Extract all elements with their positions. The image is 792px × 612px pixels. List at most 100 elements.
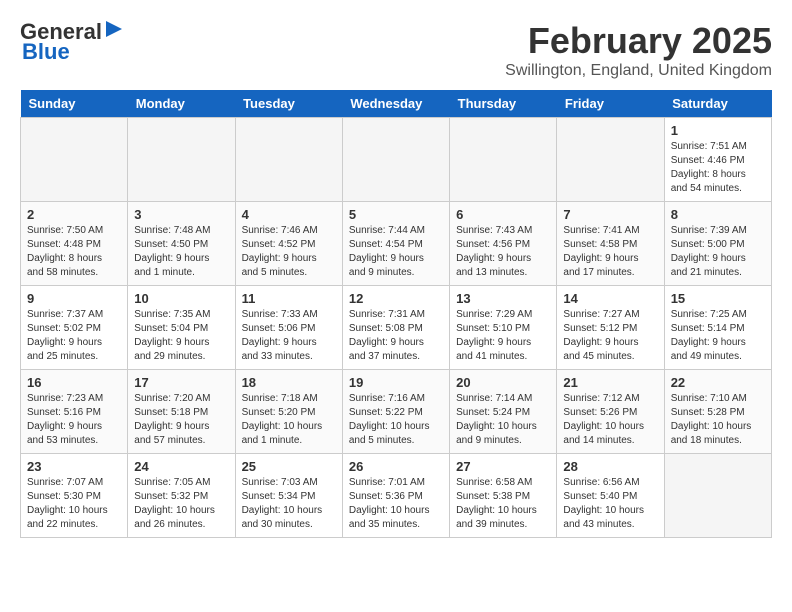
calendar-cell: 13 Sunrise: 7:29 AM Sunset: 5:10 PM Dayli… <box>450 286 557 370</box>
logo-arrow-icon <box>104 19 124 39</box>
page-header: General Blue February 2025 Swillington, … <box>20 20 772 80</box>
day-number: 23 <box>27 459 121 474</box>
week-row-1: 1 Sunrise: 7:51 AM Sunset: 4:46 PM Daylig… <box>21 118 772 202</box>
day-number: 20 <box>456 375 550 390</box>
day-info: Sunrise: 7:03 AM Sunset: 5:34 PM Dayligh… <box>242 476 336 532</box>
day-number: 6 <box>456 207 550 222</box>
calendar-cell <box>664 454 771 538</box>
calendar-cell: 8 Sunrise: 7:39 AM Sunset: 5:00 PM Daylig… <box>664 202 771 286</box>
day-info: Sunrise: 7:29 AM Sunset: 5:10 PM Dayligh… <box>456 308 550 364</box>
title-area: February 2025 Swillington, England, Unit… <box>505 20 772 80</box>
calendar-cell: 1 Sunrise: 7:51 AM Sunset: 4:46 PM Daylig… <box>664 118 771 202</box>
day-info: Sunrise: 7:46 AM Sunset: 4:52 PM Dayligh… <box>242 224 336 280</box>
calendar-cell: 6 Sunrise: 7:43 AM Sunset: 4:56 PM Daylig… <box>450 202 557 286</box>
weekday-header-thursday: Thursday <box>450 90 557 118</box>
day-info: Sunrise: 6:58 AM Sunset: 5:38 PM Dayligh… <box>456 476 550 532</box>
day-number: 21 <box>563 375 657 390</box>
day-number: 28 <box>563 459 657 474</box>
day-number: 3 <box>134 207 228 222</box>
calendar-cell: 28 Sunrise: 6:56 AM Sunset: 5:40 PM Dayli… <box>557 454 664 538</box>
calendar-cell <box>21 118 128 202</box>
calendar-cell: 9 Sunrise: 7:37 AM Sunset: 5:02 PM Daylig… <box>21 286 128 370</box>
day-info: Sunrise: 7:10 AM Sunset: 5:28 PM Dayligh… <box>671 392 765 448</box>
day-number: 18 <box>242 375 336 390</box>
calendar-cell <box>235 118 342 202</box>
day-number: 25 <box>242 459 336 474</box>
calendar-cell: 7 Sunrise: 7:41 AM Sunset: 4:58 PM Daylig… <box>557 202 664 286</box>
month-title: February 2025 <box>505 20 772 62</box>
calendar-cell: 2 Sunrise: 7:50 AM Sunset: 4:48 PM Daylig… <box>21 202 128 286</box>
day-number: 27 <box>456 459 550 474</box>
weekday-header-sunday: Sunday <box>21 90 128 118</box>
day-info: Sunrise: 7:43 AM Sunset: 4:56 PM Dayligh… <box>456 224 550 280</box>
day-number: 26 <box>349 459 443 474</box>
day-info: Sunrise: 7:05 AM Sunset: 5:32 PM Dayligh… <box>134 476 228 532</box>
calendar-cell: 24Sunrise: 7:05 AM Sunset: 5:32 PM Dayli… <box>128 454 235 538</box>
calendar-cell: 5Sunrise: 7:44 AM Sunset: 4:54 PM Daylig… <box>342 202 449 286</box>
week-row-5: 23 Sunrise: 7:07 AM Sunset: 5:30 PM Dayli… <box>21 454 772 538</box>
weekday-header-wednesday: Wednesday <box>342 90 449 118</box>
day-number: 7 <box>563 207 657 222</box>
day-number: 15 <box>671 291 765 306</box>
calendar-cell: 16 Sunrise: 7:23 AM Sunset: 5:16 PM Dayli… <box>21 370 128 454</box>
day-info: Sunrise: 7:35 AM Sunset: 5:04 PM Dayligh… <box>134 308 228 364</box>
day-info: Sunrise: 7:31 AM Sunset: 5:08 PM Dayligh… <box>349 308 443 364</box>
day-info: Sunrise: 7:41 AM Sunset: 4:58 PM Dayligh… <box>563 224 657 280</box>
day-number: 12 <box>349 291 443 306</box>
calendar-cell: 11 Sunrise: 7:33 AM Sunset: 5:06 PM Dayli… <box>235 286 342 370</box>
day-number: 14 <box>563 291 657 306</box>
calendar-cell: 15 Sunrise: 7:25 AM Sunset: 5:14 PM Dayli… <box>664 286 771 370</box>
weekday-header-row: SundayMondayTuesdayWednesdayThursdayFrid… <box>21 90 772 118</box>
weekday-header-saturday: Saturday <box>664 90 771 118</box>
calendar-cell: 26 Sunrise: 7:01 AM Sunset: 5:36 PM Dayli… <box>342 454 449 538</box>
day-info: Sunrise: 7:23 AM Sunset: 5:16 PM Dayligh… <box>27 392 121 448</box>
day-info: Sunrise: 7:01 AM Sunset: 5:36 PM Dayligh… <box>349 476 443 532</box>
day-info: Sunrise: 7:25 AM Sunset: 5:14 PM Dayligh… <box>671 308 765 364</box>
calendar-cell <box>450 118 557 202</box>
calendar-cell: 17Sunrise: 7:20 AM Sunset: 5:18 PM Dayli… <box>128 370 235 454</box>
calendar-cell: 4Sunrise: 7:46 AM Sunset: 4:52 PM Daylig… <box>235 202 342 286</box>
calendar-cell: 10 Sunrise: 7:35 AM Sunset: 5:04 PM Dayli… <box>128 286 235 370</box>
day-number: 11 <box>242 291 336 306</box>
day-info: Sunrise: 7:44 AM Sunset: 4:54 PM Dayligh… <box>349 224 443 280</box>
day-info: Sunrise: 6:56 AM Sunset: 5:40 PM Dayligh… <box>563 476 657 532</box>
calendar-cell: 18Sunrise: 7:18 AM Sunset: 5:20 PM Dayli… <box>235 370 342 454</box>
logo: General Blue <box>20 20 124 64</box>
calendar-cell: 3Sunrise: 7:48 AM Sunset: 4:50 PM Daylig… <box>128 202 235 286</box>
day-info: Sunrise: 7:37 AM Sunset: 5:02 PM Dayligh… <box>27 308 121 364</box>
day-number: 9 <box>27 291 121 306</box>
day-info: Sunrise: 7:07 AM Sunset: 5:30 PM Dayligh… <box>27 476 121 532</box>
day-number: 10 <box>134 291 228 306</box>
day-info: Sunrise: 7:12 AM Sunset: 5:26 PM Dayligh… <box>563 392 657 448</box>
calendar-cell: 22 Sunrise: 7:10 AM Sunset: 5:28 PM Dayli… <box>664 370 771 454</box>
location: Swillington, England, United Kingdom <box>505 62 772 80</box>
calendar-cell: 25 Sunrise: 7:03 AM Sunset: 5:34 PM Dayli… <box>235 454 342 538</box>
calendar-cell <box>557 118 664 202</box>
week-row-4: 16 Sunrise: 7:23 AM Sunset: 5:16 PM Dayli… <box>21 370 772 454</box>
day-number: 1 <box>671 123 765 138</box>
day-info: Sunrise: 7:27 AM Sunset: 5:12 PM Dayligh… <box>563 308 657 364</box>
calendar-cell: 21 Sunrise: 7:12 AM Sunset: 5:26 PM Dayli… <box>557 370 664 454</box>
weekday-header-monday: Monday <box>128 90 235 118</box>
day-info: Sunrise: 7:51 AM Sunset: 4:46 PM Dayligh… <box>671 140 765 196</box>
day-number: 16 <box>27 375 121 390</box>
day-info: Sunrise: 7:16 AM Sunset: 5:22 PM Dayligh… <box>349 392 443 448</box>
weekday-header-tuesday: Tuesday <box>235 90 342 118</box>
day-info: Sunrise: 7:50 AM Sunset: 4:48 PM Dayligh… <box>27 224 121 280</box>
calendar-cell: 27 Sunrise: 6:58 AM Sunset: 5:38 PM Dayli… <box>450 454 557 538</box>
day-number: 8 <box>671 207 765 222</box>
day-number: 19 <box>349 375 443 390</box>
calendar-cell: 20 Sunrise: 7:14 AM Sunset: 5:24 PM Dayli… <box>450 370 557 454</box>
day-number: 17 <box>134 375 228 390</box>
day-number: 13 <box>456 291 550 306</box>
calendar-table: SundayMondayTuesdayWednesdayThursdayFrid… <box>20 90 772 538</box>
day-number: 22 <box>671 375 765 390</box>
weekday-header-friday: Friday <box>557 90 664 118</box>
calendar-cell: 14 Sunrise: 7:27 AM Sunset: 5:12 PM Dayli… <box>557 286 664 370</box>
day-info: Sunrise: 7:39 AM Sunset: 5:00 PM Dayligh… <box>671 224 765 280</box>
week-row-3: 9 Sunrise: 7:37 AM Sunset: 5:02 PM Daylig… <box>21 286 772 370</box>
day-info: Sunrise: 7:14 AM Sunset: 5:24 PM Dayligh… <box>456 392 550 448</box>
calendar-cell <box>342 118 449 202</box>
day-number: 2 <box>27 207 121 222</box>
day-info: Sunrise: 7:33 AM Sunset: 5:06 PM Dayligh… <box>242 308 336 364</box>
